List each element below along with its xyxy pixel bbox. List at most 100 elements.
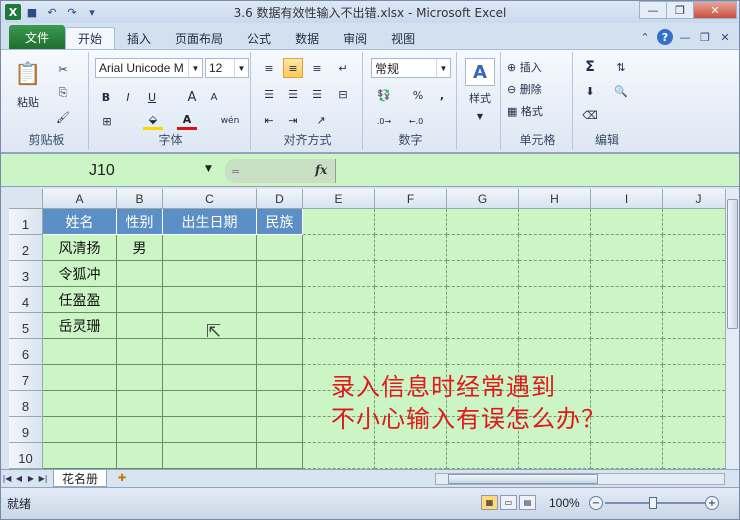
column-header-j[interactable]: J (663, 189, 725, 209)
cell-g6[interactable] (447, 339, 519, 365)
cell-g4[interactable] (447, 287, 519, 313)
vertical-scrollbar[interactable] (725, 189, 739, 469)
cell-e3[interactable] (303, 261, 375, 287)
cell-d6[interactable] (257, 339, 303, 365)
cell-g3[interactable] (447, 261, 519, 287)
page-layout-view-icon[interactable]: ▭ (500, 495, 517, 510)
comma-button[interactable]: , (433, 86, 451, 104)
cell-e4[interactable] (303, 287, 375, 313)
increase-decimal-icon[interactable]: .0→ (373, 112, 395, 130)
fill-icon[interactable]: ⬇ (579, 82, 601, 100)
zoom-level[interactable]: 100% (549, 496, 580, 510)
cell-d10[interactable] (257, 443, 303, 469)
column-header-e[interactable]: E (303, 189, 375, 209)
zoom-slider-thumb[interactable] (649, 497, 657, 509)
row-header-3[interactable]: 3 (9, 261, 43, 287)
row-header-7[interactable]: 7 (9, 365, 43, 391)
formula-input[interactable] (335, 159, 735, 183)
cell-e10[interactable] (303, 443, 375, 469)
restore-button[interactable]: ❐ (666, 1, 694, 19)
fill-color-icon[interactable]: ⬙ (143, 112, 163, 130)
doc-minimize-icon[interactable]: — (677, 29, 693, 45)
chevron-down-icon[interactable]: ▼ (234, 59, 248, 77)
cell-d9[interactable] (257, 417, 303, 443)
cell-h2[interactable] (519, 235, 591, 261)
cell-e2[interactable] (303, 235, 375, 261)
page-break-view-icon[interactable]: ▤ (519, 495, 536, 510)
cell-c2[interactable] (163, 235, 257, 261)
last-sheet-icon[interactable]: ▶| (37, 474, 49, 483)
autosum-icon[interactable]: Σ (579, 58, 601, 76)
tab-view[interactable]: 视图 (379, 27, 427, 49)
cell-a4[interactable]: 任盈盈 (43, 287, 117, 313)
cell-j5[interactable] (663, 313, 725, 339)
cell-d2[interactable] (257, 235, 303, 261)
sheet-tab[interactable]: 花名册 (53, 470, 108, 487)
font-name-field[interactable]: Arial Unicode M ▼ (95, 58, 203, 78)
cell-f1[interactable] (375, 209, 447, 235)
styles-icon[interactable]: A (465, 58, 495, 86)
orientation-icon[interactable]: ↗ (311, 110, 331, 130)
cell-i4[interactable] (591, 287, 663, 313)
delete-cells-button[interactable]: ⊖ 删除 (507, 80, 569, 98)
align-left-icon[interactable]: ☰ (259, 84, 279, 104)
cell-a9[interactable] (43, 417, 117, 443)
cell-i5[interactable] (591, 313, 663, 339)
shrink-font-button[interactable]: A (205, 88, 223, 106)
paste-icon[interactable]: 📋 (11, 56, 45, 92)
column-header-b[interactable]: B (117, 189, 163, 209)
cell-h4[interactable] (519, 287, 591, 313)
cell-i10[interactable] (591, 443, 663, 469)
cell-j9[interactable] (663, 417, 725, 443)
cell-b2[interactable]: 男 (117, 235, 163, 261)
horizontal-scrollbar[interactable] (435, 473, 725, 485)
cell-i1[interactable] (591, 209, 663, 235)
chevron-down-icon[interactable]: ▼ (436, 59, 450, 77)
cell-f3[interactable] (375, 261, 447, 287)
bold-button[interactable]: B (97, 88, 115, 106)
cell-a3[interactable]: 令狐冲 (43, 261, 117, 287)
chevron-down-icon[interactable]: ▼ (461, 110, 499, 122)
sort-filter-icon[interactable]: ⇅ (609, 58, 633, 76)
cell-c4[interactable] (163, 287, 257, 313)
cell-b6[interactable] (117, 339, 163, 365)
cell-a6[interactable] (43, 339, 117, 365)
italic-button[interactable]: I (119, 88, 137, 106)
format-cells-button[interactable]: ▦ 格式 (507, 102, 569, 120)
normal-view-icon[interactable]: ▦ (481, 495, 498, 510)
cell-e5[interactable] (303, 313, 375, 339)
vertical-scroll-thumb[interactable] (727, 199, 738, 329)
tab-file[interactable]: 文件 (9, 25, 65, 49)
cell-j3[interactable] (663, 261, 725, 287)
paste-button-label[interactable]: 粘贴 (11, 94, 45, 110)
column-header-f[interactable]: F (375, 189, 447, 209)
column-header-g[interactable]: G (447, 189, 519, 209)
row-header-6[interactable]: 6 (9, 339, 43, 365)
cell-f2[interactable] (375, 235, 447, 261)
cell-g5[interactable] (447, 313, 519, 339)
column-header-c[interactable]: C (163, 189, 257, 209)
cell-j8[interactable] (663, 391, 725, 417)
cell-b10[interactable] (117, 443, 163, 469)
close-button[interactable]: ✕ (693, 1, 737, 19)
copy-icon[interactable]: ⎘ (53, 84, 73, 102)
cell-g10[interactable] (447, 443, 519, 469)
cell-a5[interactable]: 岳灵珊 (43, 313, 117, 339)
cell-f5[interactable] (375, 313, 447, 339)
align-top-icon[interactable]: ≡ (259, 58, 279, 78)
table-header-cell[interactable]: 性别 (117, 209, 163, 235)
cell-f10[interactable] (375, 443, 447, 469)
align-middle-icon[interactable]: ≡ (283, 58, 303, 78)
cell-i2[interactable] (591, 235, 663, 261)
cell-b5[interactable] (117, 313, 163, 339)
decrease-indent-icon[interactable]: ⇤ (259, 110, 279, 130)
wrap-text-icon[interactable]: ↵ (333, 58, 353, 78)
tab-insert[interactable]: 插入 (115, 27, 163, 49)
chevron-down-icon[interactable]: ▼ (205, 164, 212, 174)
row-header-4[interactable]: 4 (9, 287, 43, 313)
cell-c7[interactable] (163, 365, 257, 391)
cell-j10[interactable] (663, 443, 725, 469)
cell-e6[interactable] (303, 339, 375, 365)
tab-page-layout[interactable]: 页面布局 (163, 27, 235, 49)
cell-h3[interactable] (519, 261, 591, 287)
